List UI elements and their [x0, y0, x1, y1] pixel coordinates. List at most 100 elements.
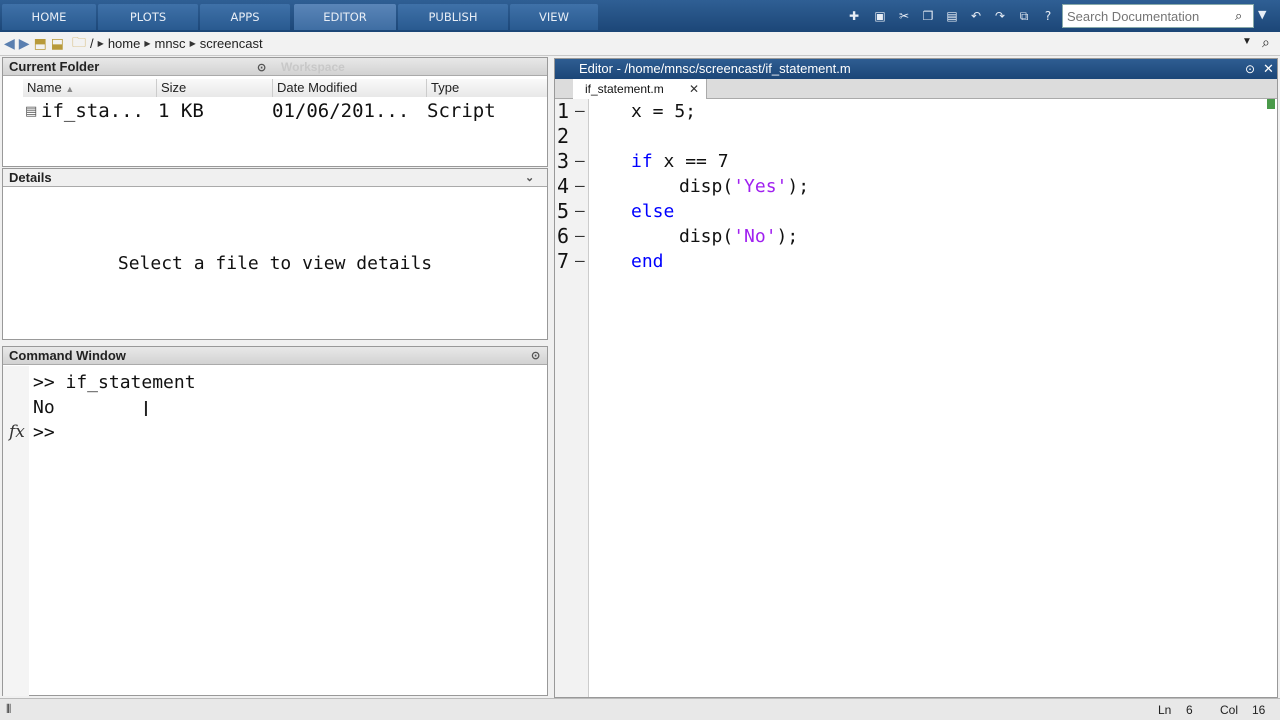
browse-folder-icon[interactable]: ⬓ — [51, 35, 64, 52]
column-header-type[interactable]: Type — [427, 79, 547, 97]
panel-actions-icon[interactable]: ⊙ — [257, 59, 266, 77]
path-root[interactable]: / — [90, 36, 94, 51]
script-file-icon: ▤ — [25, 104, 38, 119]
close-icon[interactable]: ✕ — [1263, 59, 1274, 79]
details-message: Select a file to view details — [117, 253, 433, 274]
panel-actions-icon[interactable]: ⊙ — [531, 347, 540, 365]
redo-icon[interactable]: ↷ — [992, 8, 1008, 24]
paste-icon[interactable]: ▤ — [944, 8, 960, 24]
code-analyzer-indicator[interactable] — [1267, 99, 1275, 109]
close-tab-icon[interactable]: ✕ — [689, 79, 699, 99]
search-documentation[interactable]: ⌕ — [1062, 4, 1254, 28]
save-icon[interactable]: ▣ — [872, 8, 888, 24]
up-folder-icon[interactable]: ⬒ — [34, 35, 47, 52]
forward-icon[interactable]: ▶ — [19, 35, 30, 52]
code-line: disp('No'); — [679, 226, 799, 247]
path-home[interactable]: home — [108, 36, 141, 51]
editor-tab[interactable]: if_statement.m ✕ — [573, 79, 707, 99]
line-number: 3 — [557, 149, 570, 173]
back-icon[interactable]: ◀ — [4, 35, 15, 52]
command-line: >> if_statement — [33, 372, 196, 393]
line-label: Ln — [1158, 703, 1172, 717]
file-size: 1 KB — [158, 100, 204, 122]
column-header-name[interactable]: Name ▲ — [23, 79, 157, 97]
tab-apps[interactable]: APPS — [200, 4, 290, 30]
path-mnsc[interactable]: mnsc — [155, 36, 186, 51]
chevron-down-icon[interactable]: ⌄ — [525, 169, 534, 187]
tab-workspace[interactable]: Workspace — [281, 58, 345, 76]
switch-windows-icon[interactable]: ⧉ — [1016, 8, 1032, 24]
file-name[interactable]: if_sta... — [41, 100, 144, 122]
breakpoint-marker[interactable]: – — [575, 226, 585, 245]
editor-panel: Editor - /home/mnsc/screencast/if_statem… — [554, 58, 1278, 698]
panel-title: Details — [9, 170, 52, 185]
editor-title: Editor - /home/mnsc/screencast/if_statem… — [579, 61, 851, 76]
breakpoint-marker[interactable]: – — [575, 251, 585, 270]
breakpoint-marker[interactable]: – — [575, 101, 585, 120]
code-line: end — [631, 251, 664, 272]
line-value: 6 — [1186, 703, 1193, 717]
panel-title: Command Window — [9, 348, 126, 363]
command-output: No — [33, 397, 55, 418]
copy-icon[interactable]: ❐ — [920, 8, 936, 24]
code-line: else — [631, 201, 675, 222]
path-screencast[interactable]: screencast — [200, 36, 263, 51]
status-grip-icon: ⦀ — [6, 702, 12, 716]
command-gutter — [3, 366, 29, 696]
line-number: 5 — [557, 199, 570, 223]
panel-header: Current Folder Workspace ⊙ — [3, 58, 547, 76]
code-line: disp('Yes'); — [679, 176, 810, 197]
file-type: Script — [427, 100, 496, 122]
undo-icon[interactable]: ↶ — [968, 8, 984, 24]
line-number: 2 — [557, 124, 570, 148]
breakpoint-marker[interactable]: – — [575, 201, 585, 220]
editor-tab-label: if_statement.m — [585, 82, 664, 96]
code-line: x = 5; — [631, 101, 697, 122]
line-number: 4 — [557, 174, 570, 198]
line-number: 6 — [557, 224, 570, 248]
text-cursor-icon: I — [143, 397, 149, 421]
tab-home[interactable]: HOME — [2, 4, 96, 30]
status-bar: ⦀ Ln 6 Col 16 — [0, 698, 1280, 720]
panel-title: Current Folder — [9, 59, 100, 74]
panel-header[interactable]: Details ⌄ — [3, 169, 547, 187]
tab-publish[interactable]: PUBLISH — [398, 4, 508, 30]
help-icon[interactable]: ? — [1040, 8, 1056, 24]
column-header-date[interactable]: Date Modified — [273, 79, 427, 97]
file-date: 01/06/201... — [272, 100, 410, 122]
search-input[interactable] — [1067, 8, 1235, 24]
column-label: Col — [1220, 703, 1239, 717]
chevron-down-icon[interactable]: ▼ — [1242, 36, 1252, 47]
search-icon[interactable]: ⌕ — [1235, 9, 1242, 24]
column-header-size[interactable]: Size — [157, 79, 273, 97]
code-area[interactable]: x = 5; if x == 7 disp('Yes'); else disp(… — [591, 99, 1265, 697]
tab-view[interactable]: VIEW — [510, 4, 598, 30]
chevron-right-icon: ▶ — [97, 39, 104, 48]
new-icon[interactable]: ✚ — [846, 8, 862, 24]
chevron-right-icon: ▶ — [144, 39, 151, 48]
breakpoint-marker[interactable]: – — [575, 176, 585, 195]
chevron-right-icon: ▶ — [189, 39, 196, 48]
toolstrip: HOME PLOTS APPS EDITOR PUBLISH VIEW ✚ ▣ … — [0, 0, 1280, 32]
search-icon[interactable]: ⌕ — [1262, 34, 1270, 51]
folder-icon: 🗀 — [72, 33, 87, 50]
line-number: 7 — [557, 249, 570, 273]
filter-icon[interactable]: ▼ — [1258, 8, 1266, 21]
code-line: if x == 7 — [631, 151, 729, 172]
line-number-gutter: 1 2 3 4 5 6 7 – – – – – – — [555, 99, 589, 697]
line-number: 1 — [557, 99, 570, 123]
tab-plots[interactable]: PLOTS — [98, 4, 198, 30]
command-window[interactable]: Command Window ⊙ >> if_statement No fx >… — [2, 346, 548, 696]
command-prompt[interactable]: >> — [33, 422, 55, 443]
function-browser-icon[interactable]: fx — [9, 422, 25, 442]
cut-icon[interactable]: ✂ — [896, 8, 912, 24]
editor-title-bar: Editor - /home/mnsc/screencast/if_statem… — [555, 59, 1277, 79]
panel-header: Command Window ⊙ — [3, 347, 547, 365]
details-panel: Details ⌄ Select a file to view details — [2, 168, 548, 340]
column-value: 16 — [1252, 703, 1266, 717]
tab-editor[interactable]: EDITOR — [294, 4, 396, 30]
breakpoint-marker[interactable]: – — [575, 151, 585, 170]
panel-actions-icon[interactable]: ⊙ — [1245, 59, 1255, 79]
sort-ascending-icon: ▲ — [65, 84, 75, 94]
current-folder-panel: Current Folder Workspace ⊙ Name ▲ Size D… — [2, 57, 548, 167]
